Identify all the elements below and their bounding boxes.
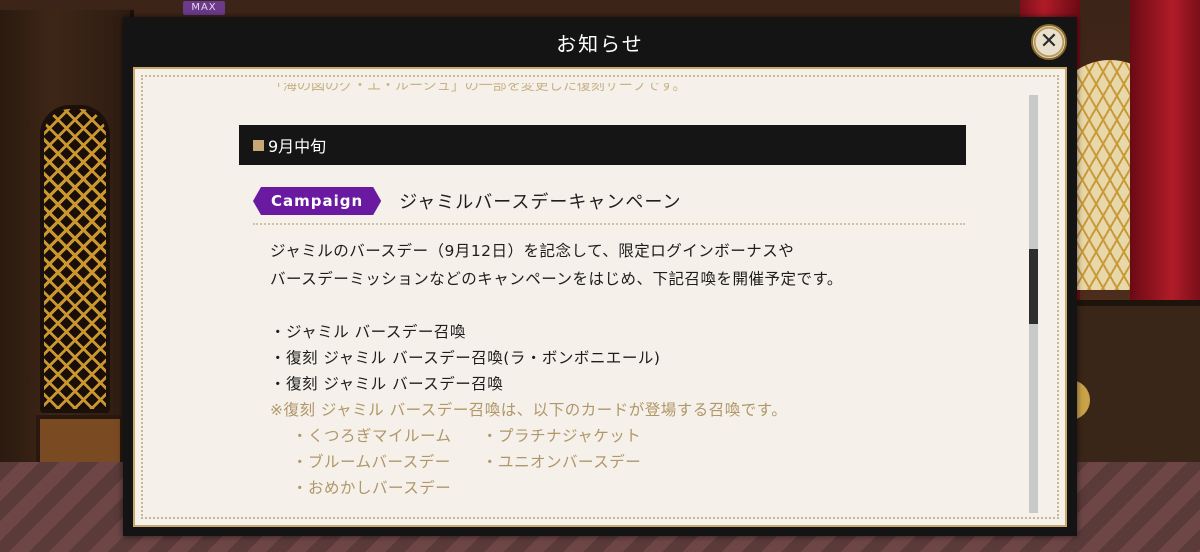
card-list-item: ・ブルームバースデー (292, 453, 451, 471)
description-line: ジャミルのバースデー（9月12日）を記念して、限定ログインボーナスや (270, 242, 795, 260)
notice-content: 「海の図のグ・エ・ルーシュ」の一部を変更した復刻サーフです。 9月中旬 Camp… (239, 69, 967, 525)
notice-content-panel[interactable]: 「海の図のグ・エ・ルーシュ」の一部を変更した復刻サーフです。 9月中旬 Camp… (133, 67, 1067, 527)
summon-list-item: ・復刻 ジャミル バースデー召喚 (270, 375, 504, 393)
cabinet-lattice-window (40, 105, 110, 413)
description-line: バースデーミッションなどのキャンペーンをはじめ、下記召喚を開催予定です。 (270, 270, 843, 288)
truncated-previous-line: 「海の図のグ・エ・ルーシュ」の一部を変更した復刻サーフです。 (269, 83, 687, 94)
card-list-item: ・プラチナジャケット (482, 427, 642, 445)
card-list-item: ・くつろぎマイルーム (292, 427, 452, 445)
close-button[interactable]: ✕ (1031, 24, 1067, 60)
summon-list-item: ・ジャミル バースデー召喚 (270, 323, 466, 341)
section-header: 9月中旬 (239, 125, 966, 165)
max-badge: MAX (183, 1, 225, 15)
campaign-tag: Campaign (253, 187, 381, 215)
notice-dialog: お知らせ ✕ 「海の図のグ・エ・ルーシュ」の一部を変更した復刻サーフです。 9月… (123, 17, 1077, 536)
background-curtain-right (1130, 0, 1200, 330)
background-cabinet (0, 10, 134, 530)
dialog-title: お知らせ (556, 31, 644, 56)
close-icon: ✕ (1039, 29, 1059, 54)
card-list-item: ・ユニオンバースデー (482, 453, 642, 471)
section-title: 9月中旬 (268, 137, 327, 156)
campaign-title: ジャミルバースデーキャンペーン (399, 192, 682, 213)
section-square-icon (253, 139, 264, 151)
card-list-item: ・おめかしバースデー (292, 479, 452, 497)
dotted-divider (253, 223, 965, 225)
summon-note: ※復刻 ジャミル バースデー召喚は、以下のカードが登場する召喚です。 (270, 401, 788, 419)
campaign-heading: Campaign ジャミルバースデーキャンペーン (253, 187, 682, 215)
summon-list-item: ・復刻 ジャミル バースデー召喚(ラ・ボンボニエール) (270, 349, 661, 367)
scrollbar-thumb[interactable] (1029, 249, 1038, 325)
dialog-header: お知らせ (123, 17, 1077, 67)
